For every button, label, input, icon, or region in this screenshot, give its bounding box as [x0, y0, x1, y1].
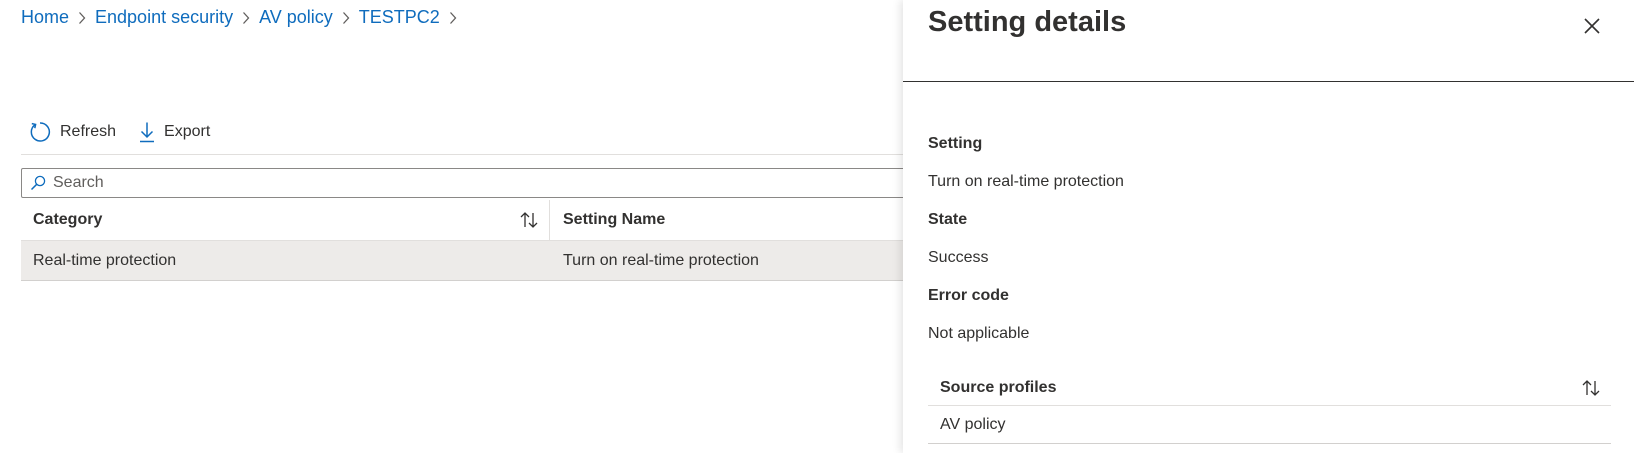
- search-box: [21, 168, 926, 198]
- column-header-setting-name-label: Setting Name: [563, 211, 666, 228]
- error-code-label: Error code: [928, 287, 1009, 304]
- table-row[interactable]: Real-time protection Turn on real-time p…: [21, 241, 926, 281]
- panel-divider: [903, 81, 1634, 82]
- close-icon: [1584, 18, 1600, 34]
- close-button[interactable]: [1579, 13, 1605, 39]
- column-header-category[interactable]: Category: [21, 199, 550, 241]
- state-label: State: [928, 211, 968, 228]
- breadcrumb-av-policy[interactable]: AV policy: [259, 7, 333, 28]
- refresh-label: Refresh: [60, 123, 117, 140]
- cell-category: Real-time protection: [33, 251, 177, 269]
- chevron-right-icon: [69, 8, 95, 28]
- column-header-category-label: Category: [33, 211, 103, 228]
- source-profiles-header[interactable]: Source profiles: [928, 370, 1611, 406]
- state-value: Success: [928, 249, 989, 266]
- export-label: Export: [164, 123, 211, 140]
- source-profile-row[interactable]: AV policy: [928, 406, 1611, 444]
- breadcrumb-home[interactable]: Home: [21, 7, 69, 28]
- source-profile-name: AV policy: [940, 415, 1006, 433]
- chevron-right-icon: [440, 8, 466, 28]
- error-code-value: Not applicable: [928, 325, 1030, 342]
- refresh-button[interactable]: Refresh: [28, 120, 116, 144]
- refresh-icon: [30, 122, 51, 142]
- search-icon: [30, 175, 46, 191]
- breadcrumb-testpc2[interactable]: TESTPC2: [359, 7, 440, 28]
- sort-icon[interactable]: [519, 211, 539, 229]
- breadcrumb: Home Endpoint security AV policy TESTPC2: [21, 7, 466, 28]
- cell-setting-name: Turn on real-time protection: [563, 251, 759, 269]
- setting-details-panel: Setting details Setting Turn on real-tim…: [903, 0, 1634, 453]
- command-bar: Refresh Export: [28, 120, 232, 144]
- export-button[interactable]: Export: [138, 121, 210, 143]
- search-input[interactable]: [53, 174, 913, 192]
- setting-label: Setting: [928, 135, 983, 152]
- sort-icon[interactable]: [1581, 379, 1601, 397]
- chevron-right-icon: [233, 8, 259, 28]
- column-header-setting-name[interactable]: Setting Name: [550, 200, 665, 241]
- toolbar-divider: [21, 154, 926, 155]
- panel-title: Setting details: [928, 6, 1127, 38]
- setting-value: Turn on real-time protection: [928, 173, 1124, 190]
- source-profiles-header-label: Source profiles: [940, 378, 1057, 396]
- chevron-right-icon: [333, 8, 359, 28]
- page: Home Endpoint security AV policy TESTPC2…: [0, 0, 1634, 453]
- download-icon: [140, 122, 155, 143]
- breadcrumb-endpoint-security[interactable]: Endpoint security: [95, 7, 233, 28]
- grid-header: Category Setting Name: [21, 199, 926, 241]
